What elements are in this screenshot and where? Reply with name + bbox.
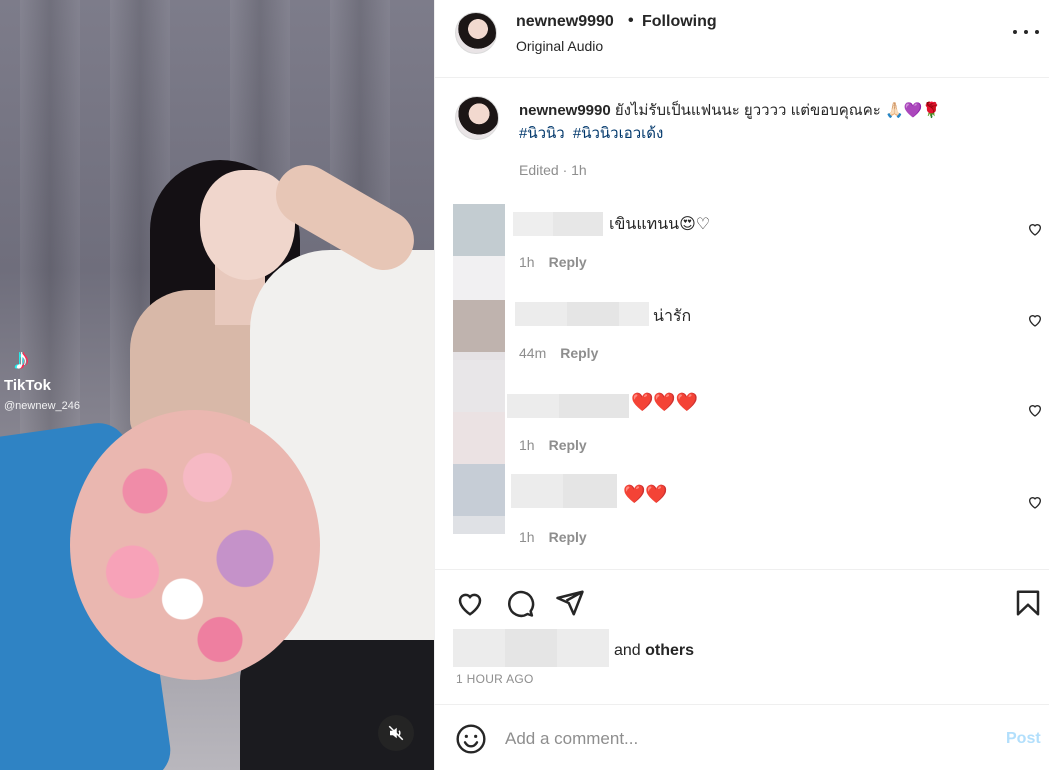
comment-text: ❤️❤️: [623, 484, 668, 504]
blurred-username[interactable]: [515, 302, 649, 326]
blurred-username[interactable]: [513, 212, 603, 236]
header-separator: •: [628, 12, 634, 29]
comment-item: ❤️❤️ 1h Reply: [435, 464, 1049, 566]
like-heart-icon[interactable]: [455, 588, 485, 618]
share-icon[interactable]: [555, 588, 585, 618]
comment-avatar[interactable]: [453, 360, 505, 468]
post-media[interactable]: ♪ TikTok @newnew_246: [0, 0, 434, 770]
like-comment-heart-icon[interactable]: [1027, 494, 1043, 510]
mute-button[interactable]: [378, 715, 414, 751]
comment-icon[interactable]: [505, 588, 535, 618]
tiktok-watermark: ♪ TikTok @newnew_246: [4, 343, 80, 413]
blurred-username[interactable]: [511, 474, 617, 508]
comment-item: ❤️❤️❤️ 1h Reply: [435, 360, 1049, 484]
like-comment-heart-icon[interactable]: [1027, 312, 1043, 328]
hashtag-link[interactable]: #นิวนิวเอวเด้ง: [573, 125, 663, 142]
comment-time: 1h: [519, 529, 535, 545]
post-time: 1 HOUR AGO: [456, 672, 534, 686]
comment-time: 1h: [519, 437, 535, 453]
post-panel: newnew9990 • Following Original Audio ne…: [434, 0, 1049, 770]
likes-and: and: [614, 642, 641, 659]
comment-time: 1h: [519, 254, 535, 270]
more-options-icon[interactable]: [1013, 22, 1039, 42]
reply-button[interactable]: Reply: [560, 345, 598, 361]
comment-item: เขินแทนน😍♡ 1h Reply: [435, 204, 1049, 308]
bookmark-icon[interactable]: [1013, 588, 1043, 618]
caption-text: ยังไม่รับเป็นแฟนนะ ยูวววว แต่ขอบคุณคะ 🙏🏻…: [614, 102, 942, 119]
author-avatar[interactable]: [455, 12, 497, 54]
comment-avatar[interactable]: [453, 464, 505, 572]
comment-meta: 1h Reply: [519, 254, 587, 270]
post-caption: newnew9990 ยังไม่รับเป็นแฟนนะ ยูวววว แต่…: [519, 99, 1019, 145]
edited-label: Edited · 1h: [519, 162, 587, 178]
post-header: newnew9990 • Following Original Audio: [435, 0, 1049, 78]
comment-time: 44m: [519, 345, 547, 361]
caption-username[interactable]: newnew9990: [519, 102, 611, 119]
comment-meta: 44m Reply: [519, 345, 598, 361]
photo-pants: [240, 640, 434, 770]
caption-avatar[interactable]: [455, 96, 499, 140]
comment-item: น่ารัก 44m Reply: [435, 300, 1049, 404]
emoji-smile-icon[interactable]: [455, 723, 487, 755]
like-comment-heart-icon[interactable]: [1027, 402, 1043, 418]
tiktok-brand: TikTok: [4, 377, 51, 394]
like-comment-heart-icon[interactable]: [1027, 221, 1043, 237]
add-comment-bar: Post: [435, 704, 1049, 770]
comment-text: เขินแทนน😍♡: [609, 216, 711, 233]
liked-by-blurred[interactable]: [453, 629, 609, 667]
likes-others-link[interactable]: others: [645, 642, 694, 659]
comment-text: ❤️❤️❤️: [631, 392, 699, 412]
blurred-username[interactable]: [507, 394, 629, 418]
tiktok-logo-icon: ♪: [14, 343, 29, 376]
muted-speaker-icon: [388, 725, 404, 741]
comment-meta: 1h Reply: [519, 529, 587, 545]
comment-text: น่ารัก: [653, 308, 692, 325]
hashtag-link[interactable]: #นิวนิว: [519, 125, 565, 142]
reply-button[interactable]: Reply: [549, 437, 587, 453]
reply-button[interactable]: Reply: [549, 529, 587, 545]
following-button[interactable]: Following: [642, 13, 717, 31]
reply-button[interactable]: Reply: [549, 254, 587, 270]
comment-meta: 1h Reply: [519, 437, 587, 453]
comment-avatar[interactable]: [453, 204, 505, 312]
likes-summary: and others: [614, 642, 694, 660]
flower-bouquet: [70, 410, 320, 680]
author-username[interactable]: newnew9990: [516, 13, 614, 31]
audio-link[interactable]: Original Audio: [516, 38, 603, 54]
tiktok-handle: @newnew_246: [4, 400, 80, 412]
post-actions: and others 1 HOUR AGO: [435, 569, 1049, 704]
comment-input[interactable]: [505, 725, 975, 753]
post-button[interactable]: Post: [1006, 730, 1041, 748]
